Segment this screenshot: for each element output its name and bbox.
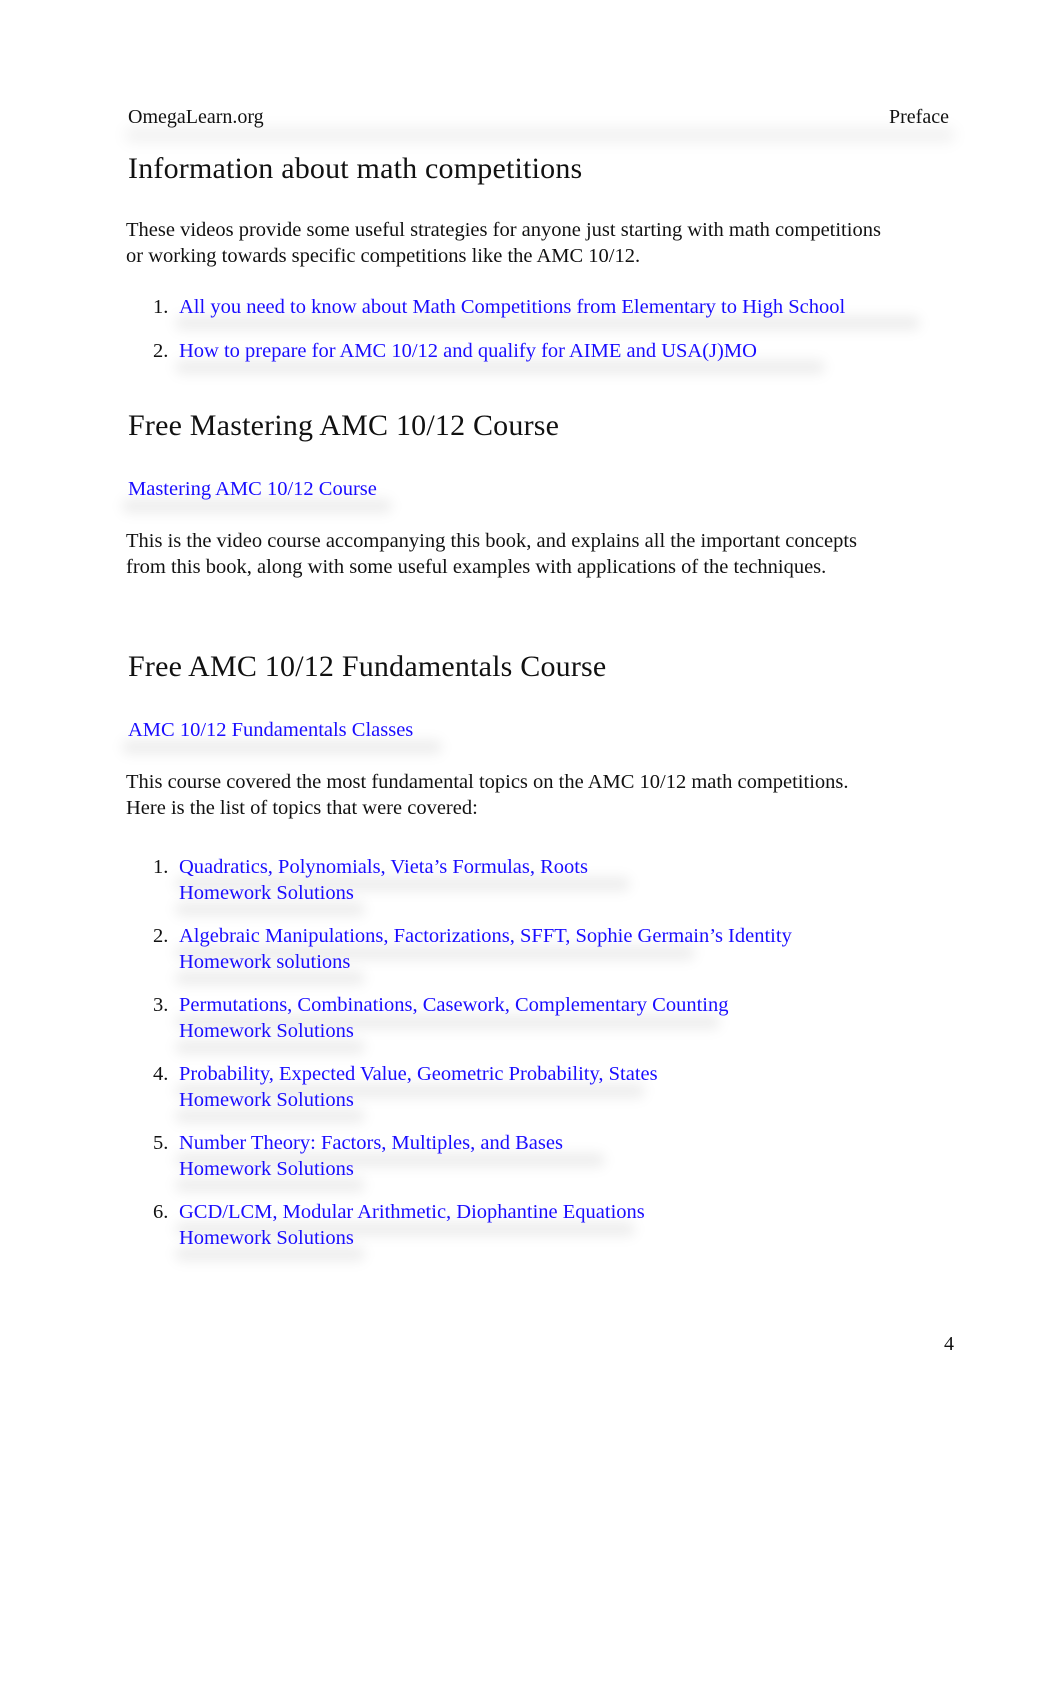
- topic-link[interactable]: Algebraic Manipulations, Factorizations,…: [179, 924, 792, 950]
- section1-paragraph: These videos provide some useful strateg…: [126, 218, 946, 269]
- paragraph-line: This is the video course accompanying th…: [126, 530, 857, 552]
- homework-solutions-link[interactable]: Homework Solutions: [179, 1226, 645, 1252]
- topic-list-item: 2. Algebraic Manipulations, Factorization…: [153, 924, 792, 973]
- page-number: 4: [944, 1333, 954, 1355]
- header-shadow: [125, 128, 955, 142]
- topic-links: GCD/LCM, Modular Arithmetic, Diophantine…: [179, 1200, 645, 1251]
- link-math-competitions-overview[interactable]: All you need to know about Math Competit…: [179, 296, 845, 318]
- topic-link[interactable]: Quadratics, Polynomials, Vieta’s Formula…: [179, 855, 588, 881]
- topic-link[interactable]: Probability, Expected Value, Geometric P…: [179, 1062, 658, 1088]
- topic-links: Probability, Expected Value, Geometric P…: [179, 1062, 658, 1113]
- paragraph-line: These videos provide some useful strateg…: [126, 219, 881, 241]
- homework-solutions-link[interactable]: Homework Solutions: [179, 1088, 658, 1114]
- mastering-link-wrap: Mastering AMC 10/12 Course: [128, 478, 377, 501]
- topic-link[interactable]: Number Theory: Factors, Multiples, and B…: [179, 1131, 563, 1157]
- link-prepare-amc[interactable]: How to prepare for AMC 10/12 and qualify…: [179, 340, 757, 362]
- header-section-name: Preface: [889, 106, 949, 128]
- list-number: 2.: [153, 340, 169, 362]
- topic-links: Algebraic Manipulations, Factorizations,…: [179, 924, 792, 975]
- link-shadow: [122, 740, 442, 754]
- section-title-competitions: Information about math competitions: [128, 152, 583, 185]
- topic-links: Number Theory: Factors, Multiples, and B…: [179, 1131, 563, 1182]
- topic-list-item: 6. GCD/LCM, Modular Arithmetic, Diophanti…: [153, 1200, 645, 1249]
- list-number: 2.: [153, 925, 169, 947]
- paragraph-line: Here is the list of topics that were cov…: [126, 796, 478, 819]
- section-title-mastering: Free Mastering AMC 10/12 Course: [128, 409, 560, 442]
- fundamentals-link-wrap: AMC 10/12 Fundamentals Classes: [128, 719, 413, 742]
- link-shadow: [122, 499, 392, 513]
- topic-list-item: 4. Probability, Expected Value, Geometric…: [153, 1062, 658, 1111]
- homework-solutions-link[interactable]: Homework Solutions: [179, 1019, 728, 1045]
- homework-solutions-link[interactable]: Homework Solutions: [179, 1157, 563, 1183]
- topic-links: Permutations, Combinations, Casework, Co…: [179, 993, 728, 1044]
- topic-link[interactable]: Permutations, Combinations, Casework, Co…: [179, 993, 728, 1019]
- section3-paragraph: This course covered the most fundamental…: [126, 770, 946, 821]
- list-number: 3.: [153, 994, 169, 1016]
- list-item: 1. All you need to know about Math Compet…: [153, 295, 845, 321]
- link-fundamentals-classes[interactable]: AMC 10/12 Fundamentals Classes: [128, 719, 413, 741]
- topic-list-item: 1. Quadratics, Polynomials, Vieta’s Formu…: [153, 855, 588, 904]
- list-number: 1.: [153, 296, 169, 318]
- paragraph-line: This course covered the most fundamental…: [126, 771, 849, 793]
- topic-links: Quadratics, Polynomials, Vieta’s Formula…: [179, 855, 588, 906]
- topic-link[interactable]: GCD/LCM, Modular Arithmetic, Diophantine…: [179, 1200, 645, 1226]
- homework-solutions-link[interactable]: Homework Solutions: [179, 881, 588, 907]
- header-site-name: OmegaLearn.org: [128, 106, 264, 128]
- list-number: 6.: [153, 1201, 169, 1223]
- homework-solutions-link[interactable]: Homework solutions: [179, 950, 792, 976]
- paragraph-line: or working towards specific competitions…: [126, 244, 641, 267]
- section-title-fundamentals: Free AMC 10/12 Fundamentals Course: [128, 650, 607, 683]
- list-item: 2. How to prepare for AMC 10/12 and quali…: [153, 339, 757, 365]
- list-number: 1.: [153, 856, 169, 878]
- list-number: 4.: [153, 1063, 169, 1085]
- topic-list-item: 5. Number Theory: Factors, Multiples, and…: [153, 1131, 563, 1180]
- section2-paragraph: This is the video course accompanying th…: [126, 529, 946, 580]
- topic-list-item: 3. Permutations, Combinations, Casework, …: [153, 993, 728, 1042]
- paragraph-line: from this book, along with some useful e…: [126, 555, 827, 578]
- list-number: 5.: [153, 1132, 169, 1154]
- link-mastering-course[interactable]: Mastering AMC 10/12 Course: [128, 478, 377, 500]
